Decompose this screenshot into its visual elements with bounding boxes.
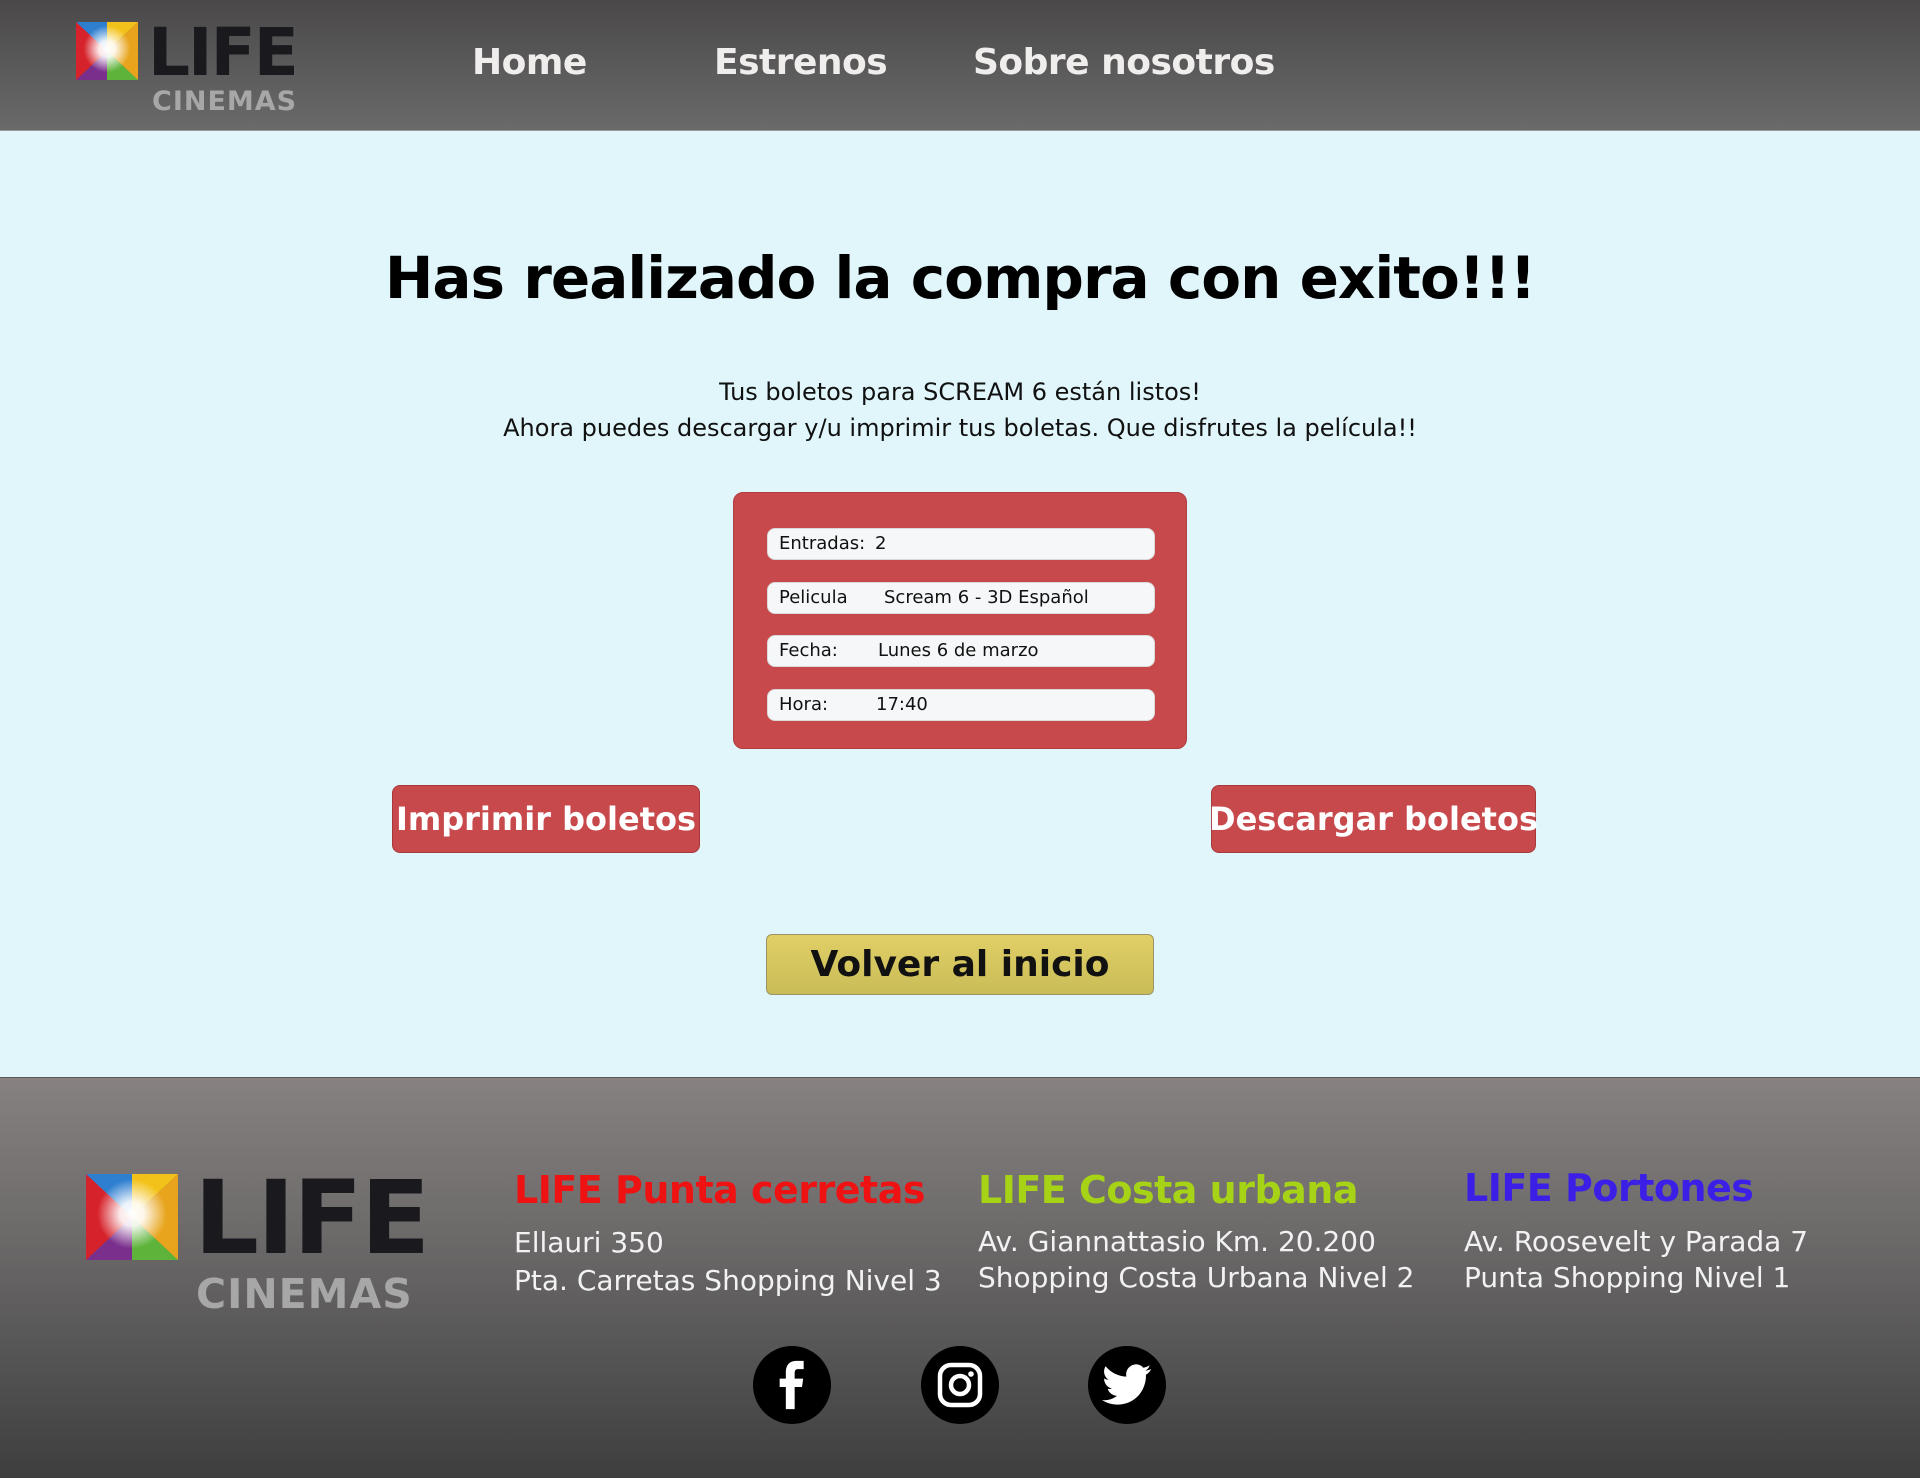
ticket-label: Entradas: bbox=[779, 533, 866, 554]
ticket-summary-card: Entradas: 2 Pelicula Scream 6 - 3D Españ… bbox=[733, 492, 1187, 749]
logo-subword: CINEMAS bbox=[152, 86, 298, 117]
branch-portones: LIFE Portones Av. Roosevelt y Parada 7 P… bbox=[1464, 1166, 1808, 1296]
branch-address: Ellauri 350 Pta. Carretas Shopping Nivel… bbox=[514, 1224, 942, 1300]
site-header: LIFE CINEMAS Home Estrenos Sobre nosotro… bbox=[0, 0, 1920, 131]
confirmation-line-2: Ahora puedes descargar y/u imprimir tus … bbox=[503, 414, 1417, 442]
ticket-label: Pelicula bbox=[779, 587, 848, 608]
branch-address-line: Av. Giannattasio Km. 20.200 bbox=[978, 1225, 1376, 1258]
page-title: Has realizado la compra con exito!!! bbox=[384, 244, 1536, 312]
branch-address-line: Av. Roosevelt y Parada 7 bbox=[1464, 1225, 1809, 1258]
branch-address: Av. Roosevelt y Parada 7 Punta Shopping … bbox=[1464, 1224, 1808, 1296]
print-tickets-button[interactable]: Imprimir boletos bbox=[392, 785, 700, 853]
logo-word: LIFE bbox=[194, 1159, 430, 1278]
ticket-row-hora: Hora: 17:40 bbox=[767, 689, 1155, 721]
back-home-button[interactable]: Volver al inicio bbox=[766, 934, 1154, 995]
nav-estrenos[interactable]: Estrenos bbox=[714, 42, 888, 83]
branch-name: LIFE Punta cerretas bbox=[514, 1168, 925, 1212]
instagram-link[interactable] bbox=[921, 1346, 999, 1424]
facebook-icon bbox=[779, 1360, 804, 1410]
ticket-label: Hora: bbox=[779, 694, 829, 715]
ticket-row-fecha: Fecha: Lunes 6 de marzo bbox=[767, 635, 1155, 667]
branch-address-line: Ellauri 350 bbox=[514, 1226, 664, 1259]
branch-name: LIFE Costa urbana bbox=[978, 1168, 1358, 1212]
branch-address-line: Pta. Carretas Shopping Nivel 3 bbox=[514, 1264, 942, 1297]
ticket-label: Fecha: bbox=[779, 640, 838, 661]
branch-punta-carretas: LIFE Punta cerretas Ellauri 350 Pta. Car… bbox=[514, 1168, 942, 1300]
ticket-value: Lunes 6 de marzo bbox=[878, 640, 1039, 661]
download-tickets-button[interactable]: Descargar boletos bbox=[1209, 785, 1538, 853]
branch-address: Av. Giannattasio Km. 20.200 Shopping Cos… bbox=[978, 1224, 1414, 1296]
logo-mark-icon bbox=[76, 22, 138, 80]
nav-sobre-nosotros[interactable]: Sobre nosotros bbox=[973, 42, 1275, 83]
twitter-link[interactable] bbox=[1088, 1346, 1166, 1424]
ticket-row-pelicula: Pelicula Scream 6 - 3D Español bbox=[767, 582, 1155, 614]
confirmation-line-1: Tus boletos para SCREAM 6 están listos! bbox=[719, 378, 1201, 406]
nav-home[interactable]: Home bbox=[472, 42, 587, 83]
branch-name: LIFE Portones bbox=[1464, 1166, 1754, 1210]
branch-address-line: Punta Shopping Nivel 1 bbox=[1464, 1261, 1791, 1294]
ticket-value: 2 bbox=[875, 533, 887, 554]
logo-word: LIFE bbox=[148, 14, 299, 91]
footer-life-cinemas-logo[interactable]: LIFE CINEMAS bbox=[86, 1168, 446, 1318]
branch-costa-urbana: LIFE Costa urbana Av. Giannattasio Km. 2… bbox=[978, 1168, 1414, 1296]
confirmation-message: Tus boletos para SCREAM 6 están listos! … bbox=[0, 374, 1920, 446]
ticket-value: Scream 6 - 3D Español bbox=[884, 587, 1089, 608]
facebook-link[interactable] bbox=[753, 1346, 831, 1424]
branch-address-line: Shopping Costa Urbana Nivel 2 bbox=[978, 1261, 1415, 1294]
ticket-value: 17:40 bbox=[876, 694, 928, 715]
twitter-icon bbox=[1102, 1364, 1152, 1405]
logo-subword: CINEMAS bbox=[196, 1270, 413, 1318]
instagram-icon bbox=[937, 1362, 983, 1408]
life-cinemas-logo[interactable]: LIFE CINEMAS bbox=[76, 14, 326, 117]
ticket-row-entradas: Entradas: 2 bbox=[767, 528, 1155, 560]
logo-mark-icon bbox=[86, 1174, 178, 1260]
